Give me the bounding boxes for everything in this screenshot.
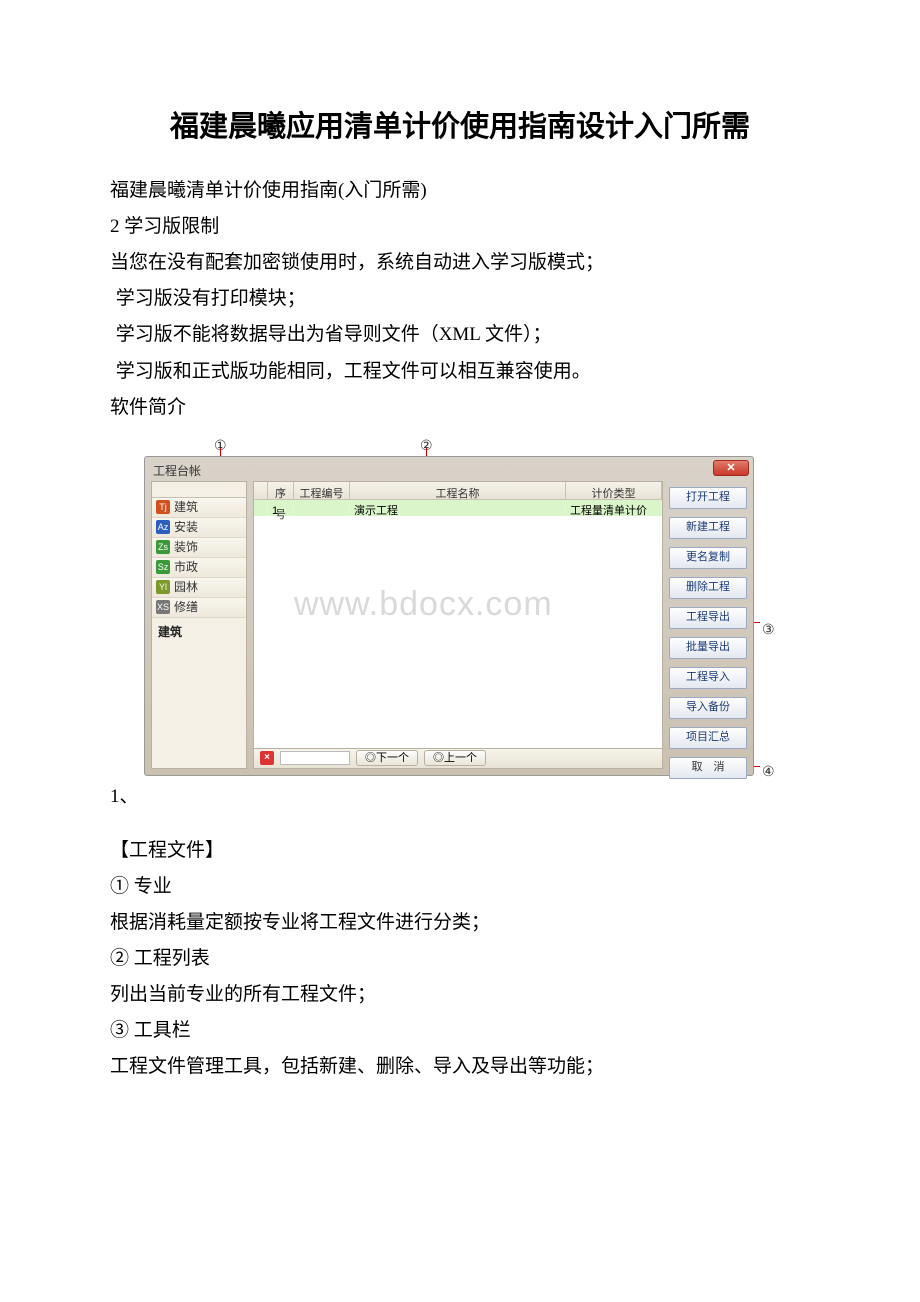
cell-seq: 1 [268,500,294,516]
body-line: ① 专业 [110,869,810,905]
category-icon: Tj [156,500,170,514]
import-backup-button[interactable]: 导入备份 [669,697,747,719]
rename-copy-button[interactable]: 更名复制 [669,547,747,569]
batch-export-button[interactable]: 批量导出 [669,637,747,659]
project-grid: 序号 工程编号 工程名称 计价类型 1 演示工程 工程量清单计价 ww [253,481,663,749]
body-line: ③ 工具栏 [110,1013,810,1049]
close-button[interactable]: ✕ [713,460,749,476]
grid-header-type: 计价类型 [566,482,662,499]
category-icon: Az [156,520,170,534]
grid-header-name: 工程名称 [350,482,566,499]
grid-header-code: 工程编号 [294,482,350,499]
category-icon: Zs [156,540,170,554]
category-icon: XS [156,600,170,614]
import-project-button[interactable]: 工程导入 [669,667,747,689]
sidebar-item-architecture[interactable]: Tj 建筑 [152,498,246,518]
next-button[interactable]: ◎下一个 [356,750,418,766]
category-icon: Yl [156,580,170,594]
action-panel: 打开工程 新建工程 更名复制 删除工程 工程导出 批量导出 工程导入 导入备份 … [669,481,747,769]
project-summary-button[interactable]: 项目汇总 [669,727,747,749]
sidebar-item-decoration[interactable]: Zs 装饰 [152,538,246,558]
intro-line: 学习版和正式版功能相同，工程文件可以相互兼容使用。 [110,354,810,390]
intro-line: 2 学习版限制 [110,209,810,245]
export-project-button[interactable]: 工程导出 [669,607,747,629]
sidebar-item-municipal[interactable]: Sz 市政 [152,558,246,578]
sidebar-item-garden[interactable]: Yl 园林 [152,578,246,598]
document-title: 福建晨曦应用清单计价使用指南设计入门所需 [110,100,810,155]
prev-button[interactable]: ◎上一个 [424,750,486,766]
body-line: 根据消耗量定额按专业将工程文件进行分类； [110,905,810,941]
cell-type: 工程量清单计价 [566,500,662,516]
category-icon: Sz [156,560,170,574]
body-line: 【工程文件】 [110,833,810,869]
sidebar-item-install[interactable]: Az 安装 [152,518,246,538]
watermark: www.bdocx.com [294,572,553,637]
sidebar-item-label: 修缮 [174,596,198,619]
cell-code [294,500,350,516]
figure-caption-prefix: 1、 [110,779,810,815]
cell-name: 演示工程 [350,500,566,516]
dialog-window: 工程台帐 ✕ Tj 建筑 Az 安装 Zs 装饰 [144,456,754,776]
cancel-button[interactable]: 取 消 [669,757,747,779]
body-line: 工程文件管理工具，包括新建、删除、导入及导出等功能； [110,1049,810,1085]
category-sidebar: Tj 建筑 Az 安装 Zs 装饰 Sz 市政 [151,481,247,769]
new-project-button[interactable]: 新建工程 [669,517,747,539]
sidebar-item-repair[interactable]: XS 修缮 [152,598,246,618]
annotation-3: ③ [762,616,775,643]
body-line: 列出当前专业的所有工程文件； [110,977,810,1013]
grid-header-seq: 序号 [268,482,294,499]
search-input[interactable] [280,751,350,765]
sidebar-selected-label: 建筑 [152,618,246,647]
intro-line: 学习版不能将数据导出为省导则文件（XML 文件）； [110,317,810,353]
clear-icon[interactable]: × [260,751,274,765]
embedded-screenshot: ① ② ③ ④ 工程台帐 ✕ Tj 建筑 Az 安装 [110,432,810,777]
delete-project-button[interactable]: 删除工程 [669,577,747,599]
body-line: ② 工程列表 [110,941,810,977]
window-title: 工程台帐 [145,457,753,479]
intro-line: 福建晨曦清单计价使用指南(入门所需) [110,173,810,209]
table-row[interactable]: 1 演示工程 工程量清单计价 [254,500,662,516]
intro-line: 软件简介 [110,390,810,426]
intro-line: 当您在没有配套加密锁使用时，系统自动进入学习版模式； [110,245,810,281]
grid-header-index [254,482,268,499]
annotation-4: ④ [762,758,775,785]
intro-line: 学习版没有打印模块； [110,281,810,317]
grid-footer: × ◎下一个 ◎上一个 [253,749,663,769]
open-project-button[interactable]: 打开工程 [669,487,747,509]
